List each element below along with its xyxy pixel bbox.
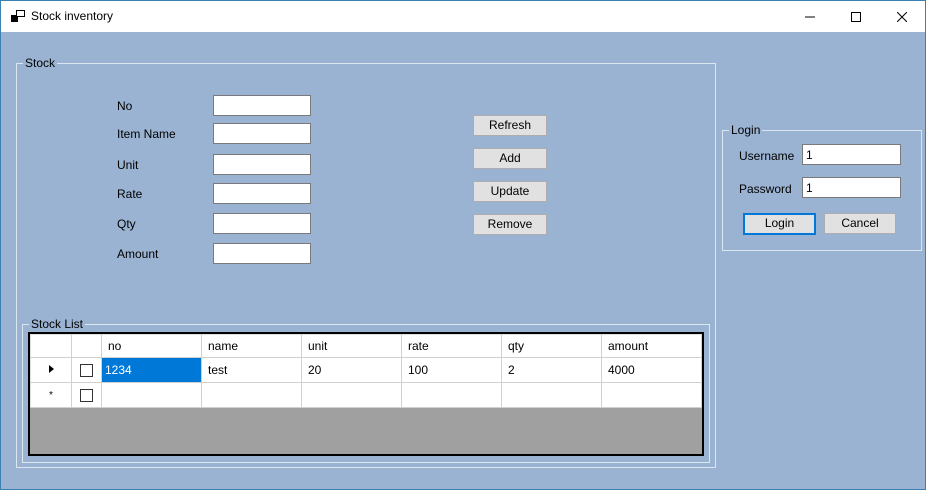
new-cell-rate[interactable]	[401, 382, 502, 408]
current-row-indicator[interactable]	[30, 357, 72, 383]
new-cell-unit[interactable]	[301, 382, 402, 408]
login-button[interactable]: Login	[743, 213, 816, 235]
row-checkbox[interactable]	[80, 364, 93, 378]
column-header-name[interactable]: name	[201, 334, 302, 358]
table-row[interactable]: 1234 test 20 100 2 4000	[30, 357, 702, 383]
cell-rate[interactable]: 100	[401, 357, 502, 383]
close-button[interactable]	[879, 1, 925, 32]
update-button[interactable]: Update	[473, 181, 547, 202]
rate-input[interactable]	[213, 183, 311, 204]
new-cell-amount[interactable]	[601, 382, 702, 408]
new-cell-qty[interactable]	[501, 382, 602, 408]
grid-header-row: no name unit rate qty amount	[30, 334, 702, 358]
amount-input[interactable]	[213, 243, 311, 264]
close-icon	[897, 11, 907, 22]
cancel-button[interactable]: Cancel	[824, 213, 896, 234]
unit-label: Unit	[117, 158, 139, 172]
cell-qty[interactable]: 2	[501, 357, 602, 383]
new-row-checkbox-cell[interactable]	[71, 382, 102, 408]
main-window: Stock inventory Stock No Item Name Unit …	[0, 0, 926, 490]
column-header-no[interactable]: no	[101, 334, 202, 358]
column-header-unit[interactable]: unit	[301, 334, 402, 358]
column-header-rate[interactable]: rate	[401, 334, 502, 358]
rate-label: Rate	[117, 187, 143, 201]
column-header-amount[interactable]: amount	[601, 334, 702, 358]
amount-label: Amount	[117, 247, 159, 261]
app-icon	[11, 10, 25, 22]
no-input[interactable]	[213, 95, 311, 116]
remove-button[interactable]: Remove	[473, 214, 547, 235]
stock-group-title: Stock	[23, 56, 58, 70]
qty-label: Qty	[117, 217, 136, 231]
qty-input[interactable]	[213, 213, 311, 234]
cell-name[interactable]: test	[201, 357, 302, 383]
column-header-qty[interactable]: qty	[501, 334, 602, 358]
minimize-icon	[805, 16, 815, 17]
window-title: Stock inventory	[31, 9, 114, 23]
new-cell-no[interactable]	[101, 382, 202, 408]
item-name-input[interactable]	[213, 123, 311, 144]
username-input[interactable]	[802, 144, 901, 165]
stock-list-group-title: Stock List	[29, 317, 86, 331]
no-label: No	[117, 99, 133, 113]
cell-no[interactable]: 1234	[101, 357, 202, 383]
grid-corner-header	[30, 334, 72, 358]
new-row-indicator[interactable]: *	[30, 382, 72, 408]
login-group-title: Login	[729, 123, 763, 137]
password-label: Password	[739, 182, 792, 196]
refresh-button[interactable]: Refresh	[473, 115, 547, 136]
maximize-icon	[851, 11, 861, 22]
add-button[interactable]: Add	[473, 148, 547, 169]
item-name-label: Item Name	[117, 127, 176, 141]
maximize-button[interactable]	[833, 1, 879, 32]
title-bar: Stock inventory	[1, 1, 925, 32]
username-label: Username	[739, 149, 795, 163]
cell-unit[interactable]: 20	[301, 357, 402, 383]
unit-input[interactable]	[213, 154, 311, 175]
password-input[interactable]	[802, 177, 901, 198]
new-cell-name[interactable]	[201, 382, 302, 408]
minimize-button[interactable]	[787, 1, 833, 32]
row-pointer-icon	[49, 365, 54, 373]
stock-grid[interactable]: no name unit rate qty amount 1234 test 2…	[28, 332, 704, 456]
cell-amount[interactable]: 4000	[601, 357, 702, 383]
row-checkbox-cell[interactable]	[71, 357, 102, 383]
new-row[interactable]: *	[30, 382, 702, 408]
checkbox-column-header[interactable]	[71, 334, 102, 358]
new-row-checkbox[interactable]	[80, 389, 93, 403]
